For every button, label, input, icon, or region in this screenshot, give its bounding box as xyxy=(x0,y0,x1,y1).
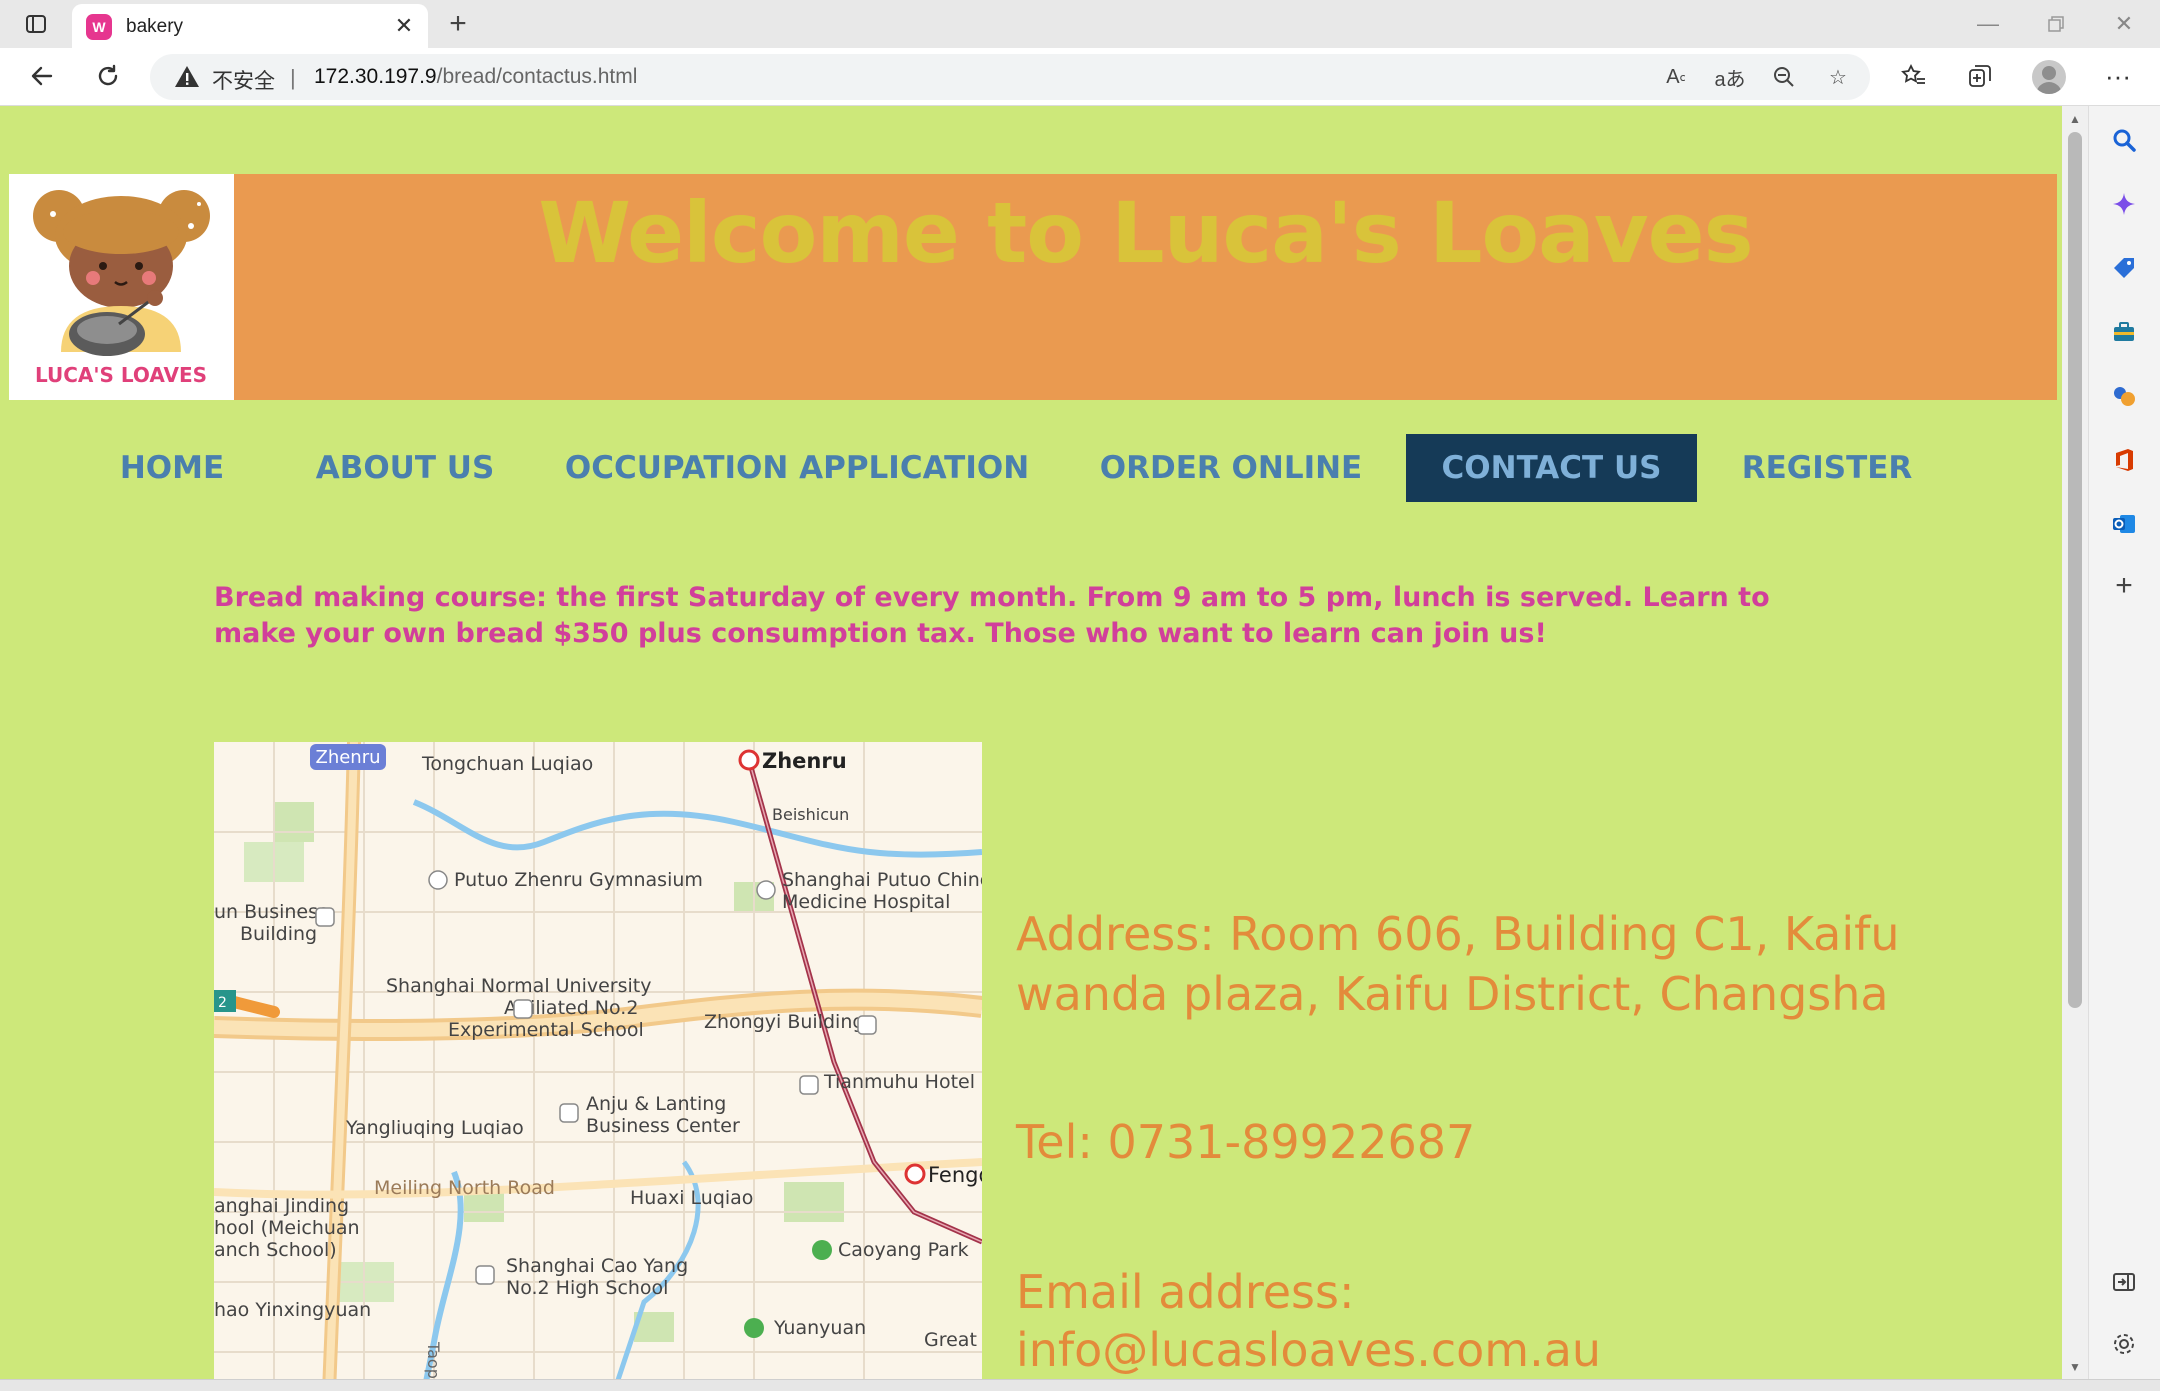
restore-icon[interactable] xyxy=(2036,6,2076,42)
profile-avatar[interactable] xyxy=(2032,60,2066,94)
divider: | xyxy=(290,65,296,90)
vertical-scrollbar[interactable]: ▲ ▼ xyxy=(2062,106,2088,1379)
svg-text:Tianmuhu Hotel: Tianmuhu Hotel xyxy=(823,1071,975,1093)
svg-text:Great V: Great V xyxy=(924,1329,982,1351)
address-line-1: Address: Room 606, Building C1, Kaifu xyxy=(1016,907,1900,961)
url-host: 172.30.197.9 xyxy=(314,65,437,88)
nav-occupation-application[interactable]: OCCUPATION APPLICATION xyxy=(565,434,1029,502)
copilot-icon[interactable] xyxy=(2106,186,2142,222)
search-icon[interactable] xyxy=(2106,122,2142,158)
email-label: Email address: xyxy=(1016,1265,1355,1319)
taskbar xyxy=(0,1379,2160,1391)
web-page: LUCA'S LOAVES Welcome to Luca's Loaves H… xyxy=(0,106,2062,1379)
svg-text:Caoyang Park: Caoyang Park xyxy=(838,1239,969,1261)
svg-text:Shanghai Cao Yang: Shanghai Cao Yang xyxy=(506,1255,688,1277)
add-icon[interactable]: + xyxy=(2106,568,2142,604)
read-aloud-icon[interactable]: Aⅽ xyxy=(1658,60,1694,94)
svg-text:Putuo Zhenru Gymnasium: Putuo Zhenru Gymnasium xyxy=(454,869,703,891)
svg-text:Yangliuqing Luqiao: Yangliuqing Luqiao xyxy=(345,1117,524,1139)
svg-text:Tongchuan Luqiao: Tongchuan Luqiao xyxy=(421,753,593,775)
edge-sidebar xyxy=(2088,106,2160,1391)
nav-about-us[interactable]: ABOUT US xyxy=(310,434,500,502)
back-icon[interactable] xyxy=(20,54,64,98)
nav-register[interactable]: REGISTER xyxy=(1740,434,1914,502)
outlook-icon[interactable] xyxy=(2106,506,2142,542)
svg-text:Shanghai Normal University: Shanghai Normal University xyxy=(386,975,651,997)
svg-text:Meiling North Road: Meiling North Road xyxy=(374,1177,555,1199)
address-line-2: wanda plaza, Kaifu District, Changsha xyxy=(1016,967,1889,1021)
course-announcement: Bread making course: the first Saturday … xyxy=(214,582,1770,649)
tools-icon[interactable] xyxy=(2106,314,2142,350)
minimize-icon[interactable]: — xyxy=(1968,6,2008,42)
tab-actions-icon[interactable] xyxy=(18,8,54,40)
svg-text:Zhenru: Zhenru xyxy=(315,747,380,768)
site-header: LUCA'S LOAVES Welcome to Luca's Loaves xyxy=(9,174,2057,400)
tab-title: bakery xyxy=(126,16,184,37)
nav-home[interactable]: HOME xyxy=(108,434,236,502)
svg-text:hool (Meichuan: hool (Meichuan xyxy=(214,1217,360,1239)
url-text[interactable]: 172.30.197.9/bread/contactus.html xyxy=(314,65,637,89)
office-icon[interactable] xyxy=(2106,442,2142,478)
browser-window: W bakery ✕ + — ✕ 不安全 | 172.30.197.9/brea… xyxy=(0,0,2160,1391)
warning-icon[interactable] xyxy=(174,64,200,90)
page-title: Welcome to Luca's Loaves xyxy=(538,184,1753,282)
scrollbar-thumb[interactable] xyxy=(2068,132,2082,1008)
svg-text:2: 2 xyxy=(218,995,227,1011)
add-favorite-icon[interactable]: ☆ xyxy=(1820,60,1856,94)
svg-text:anghai Jinding: anghai Jinding xyxy=(214,1195,349,1217)
svg-text:Yuanyuan: Yuanyuan xyxy=(773,1317,866,1339)
translate-icon[interactable]: aあ xyxy=(1712,60,1748,94)
shopping-tag-icon[interactable] xyxy=(2106,250,2142,286)
telephone: Tel: 0731-89922687 xyxy=(1016,1115,1476,1169)
favicon-icon: W xyxy=(86,14,112,40)
svg-text:Zhongyi Building: Zhongyi Building xyxy=(704,1011,864,1033)
nav-contact-us[interactable]: CONTACT US xyxy=(1406,434,1697,502)
settings-icon[interactable] xyxy=(2106,1326,2142,1362)
svg-text:Shanghai Putuo Chines: Shanghai Putuo Chines xyxy=(782,869,982,891)
logo-text: LUCA'S LOAVES xyxy=(35,363,207,387)
games-icon[interactable] xyxy=(2106,378,2142,414)
logo[interactable]: LUCA'S LOAVES xyxy=(9,174,234,400)
security-label[interactable]: 不安全 xyxy=(212,65,275,95)
reload-icon[interactable] xyxy=(86,54,130,98)
svg-text:Experimental School: Experimental School xyxy=(448,1019,644,1041)
svg-text:anch School): anch School) xyxy=(214,1239,337,1261)
email-address[interactable]: info@lucasloaves.com.au xyxy=(1016,1320,1601,1379)
new-tab-icon[interactable]: + xyxy=(441,6,475,42)
svg-text:un Business: un Business xyxy=(214,901,328,923)
svg-text:Fengq: Fengq xyxy=(928,1163,982,1187)
split-screen-icon[interactable] xyxy=(2106,1264,2142,1300)
address-bar[interactable]: 不安全 | 172.30.197.9/bread/contactus.html … xyxy=(150,54,1870,100)
svg-text:No.2 High School: No.2 High School xyxy=(506,1277,668,1299)
collections-icon[interactable] xyxy=(1958,54,2002,98)
scroll-down-icon[interactable]: ▼ xyxy=(2068,1360,2082,1374)
window-close-icon[interactable]: ✕ xyxy=(2104,6,2144,42)
more-icon[interactable]: ··· xyxy=(2096,54,2140,98)
tab-close-icon[interactable]: ✕ xyxy=(392,12,416,40)
favorites-icon[interactable] xyxy=(1892,54,1936,98)
svg-text:Zhenru: Zhenru xyxy=(762,749,847,773)
browser-tab[interactable]: W bakery ✕ xyxy=(72,4,428,48)
location-map[interactable]: 2 Zhenru Tongchuan Luqiao Zhenru Beishic… xyxy=(214,742,982,1379)
nav-order-online[interactable]: ORDER ONLINE xyxy=(1098,434,1364,502)
svg-text:Anju & Lanting: Anju & Lanting xyxy=(586,1093,726,1115)
svg-text:Taopu: Taopu xyxy=(424,1341,443,1379)
svg-text:Beishicun: Beishicun xyxy=(772,805,849,824)
url-path: /bread/contactus.html xyxy=(436,65,638,88)
zoom-out-icon[interactable] xyxy=(1766,60,1802,94)
svg-text:Huaxi Luqiao: Huaxi Luqiao xyxy=(630,1187,753,1209)
tab-strip: W bakery ✕ + — ✕ xyxy=(0,0,2160,48)
svg-text:Medicine Hospital: Medicine Hospital xyxy=(782,891,950,913)
svg-text:Business Center: Business Center xyxy=(586,1115,740,1137)
scroll-up-icon[interactable]: ▲ xyxy=(2068,112,2082,126)
svg-text:hao Yinxingyuan: hao Yinxingyuan xyxy=(214,1299,371,1321)
svg-text:Building: Building xyxy=(240,923,317,945)
main-nav: HOME ABOUT US OCCUPATION APPLICATION ORD… xyxy=(0,434,2062,502)
